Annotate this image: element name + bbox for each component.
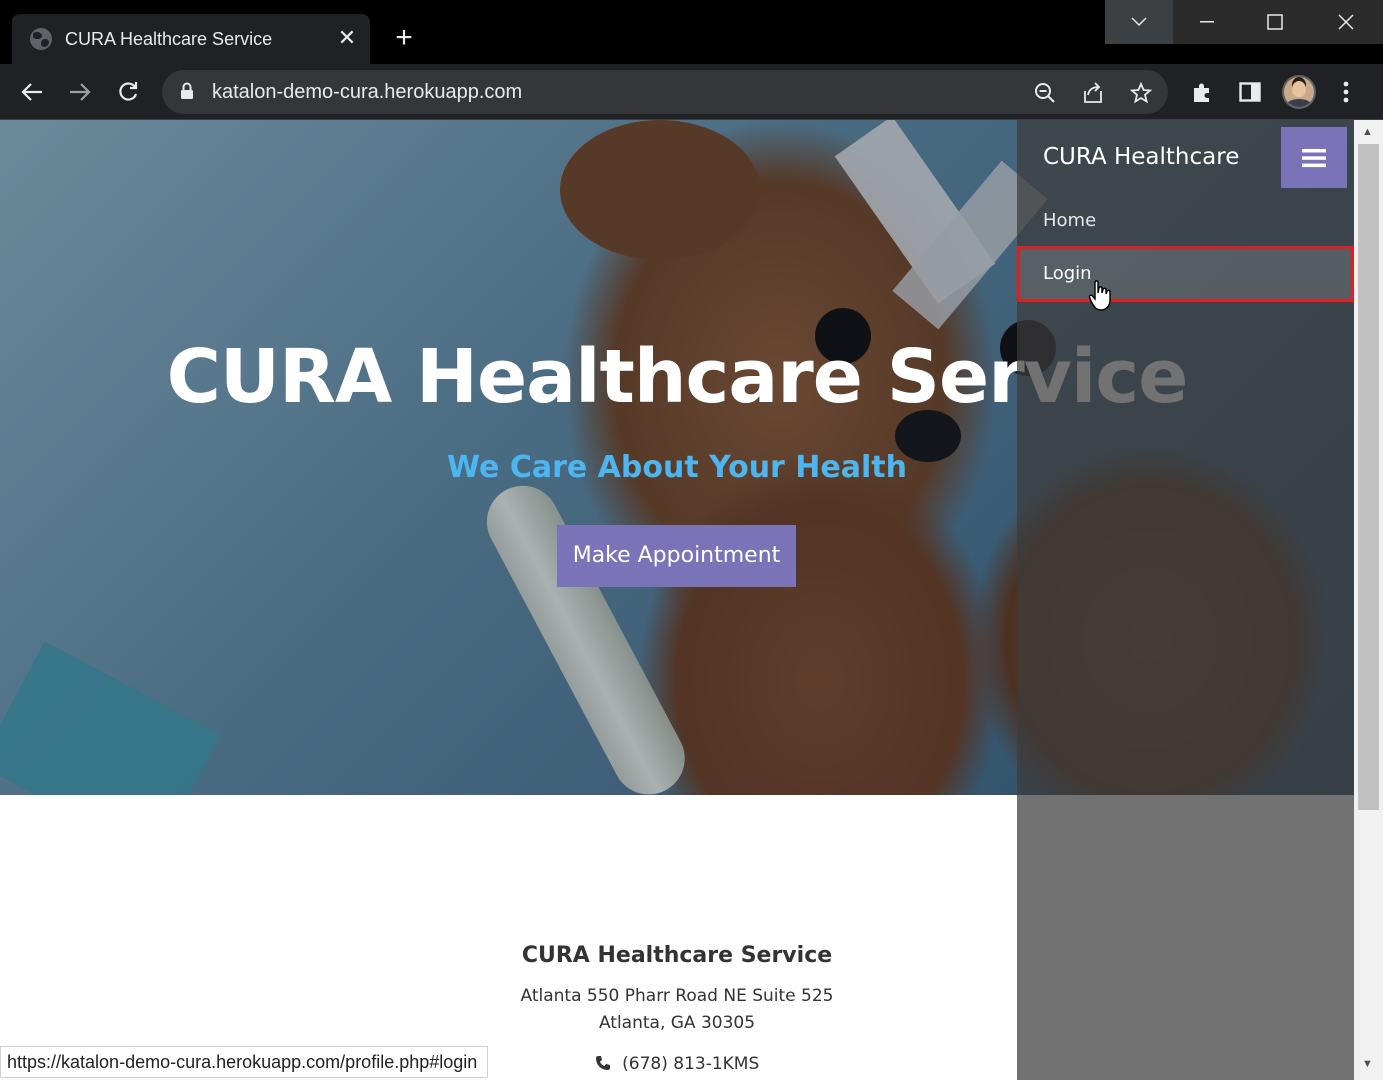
browser-menu-button[interactable] <box>1330 76 1362 108</box>
tab-close-icon[interactable]: ✕ <box>336 27 358 49</box>
tab-title: CURA Healthcare Service <box>65 29 273 49</box>
chevron-down-icon <box>1131 17 1147 27</box>
address-bar[interactable]: katalon-demo-cura.herokuapp.com <box>162 70 1168 114</box>
back-button[interactable] <box>16 76 48 108</box>
maximize-button[interactable] <box>1241 0 1309 44</box>
browser-titlebar: CURA Healthcare Service ✕ + <box>0 0 1383 64</box>
browser-tab[interactable]: CURA Healthcare Service ✕ <box>12 14 370 64</box>
share-icon[interactable] <box>1080 80 1106 106</box>
profile-avatar[interactable] <box>1282 75 1316 109</box>
maximize-icon <box>1267 14 1283 30</box>
extensions-button[interactable] <box>1186 76 1218 108</box>
close-window-button[interactable] <box>1309 0 1383 44</box>
link-status-bubble: https://katalon-demo-cura.herokuapp.com/… <box>0 1046 489 1078</box>
tab-search-button[interactable] <box>1105 0 1173 44</box>
arrow-left-icon <box>21 83 42 101</box>
page-scrollbar[interactable]: ▲ ▼ <box>1354 120 1383 1080</box>
hamburger-icon <box>1302 148 1326 167</box>
side-panel-button[interactable] <box>1234 76 1266 108</box>
arrow-right-icon <box>70 83 91 101</box>
scroll-thumb[interactable] <box>1358 144 1379 810</box>
minimize-icon <box>1200 21 1214 23</box>
close-icon <box>1338 14 1354 30</box>
sidebar-item-login[interactable]: Login <box>1017 246 1354 302</box>
reload-icon <box>119 82 138 101</box>
kebab-menu-icon <box>1343 81 1349 103</box>
menu-toggle-button[interactable] <box>1281 127 1347 188</box>
minimize-button[interactable] <box>1173 0 1241 44</box>
scroll-up-arrow-icon[interactable]: ▲ <box>1362 126 1373 138</box>
globe-icon <box>30 28 52 50</box>
reload-button[interactable] <box>112 76 144 108</box>
scroll-down-arrow-icon[interactable]: ▼ <box>1362 1058 1373 1070</box>
page-viewport: CURA Healthcare Service We Care About Yo… <box>0 120 1354 1080</box>
puzzle-icon <box>1194 83 1209 102</box>
zoom-icon[interactable] <box>1032 80 1058 106</box>
hand-cursor-icon <box>1088 280 1112 317</box>
new-tab-button[interactable]: + <box>390 23 418 53</box>
sidebar-brand[interactable]: CURA Healthcare <box>1043 144 1239 170</box>
lock-icon <box>180 82 194 105</box>
sidebar-menu: CURA Healthcare Home Login <box>1017 120 1354 1080</box>
browser-toolbar: katalon-demo-cura.herokuapp.com <box>0 64 1383 120</box>
side-panel-icon <box>1239 82 1261 102</box>
bookmark-star-icon[interactable] <box>1128 80 1154 106</box>
url-text: katalon-demo-cura.herokuapp.com <box>212 81 523 103</box>
page-dim-overlay[interactable]: CURA Healthcare Home Login <box>0 120 1354 1080</box>
forward-button[interactable] <box>64 76 96 108</box>
sidebar-item-home[interactable]: Home <box>1017 193 1354 249</box>
